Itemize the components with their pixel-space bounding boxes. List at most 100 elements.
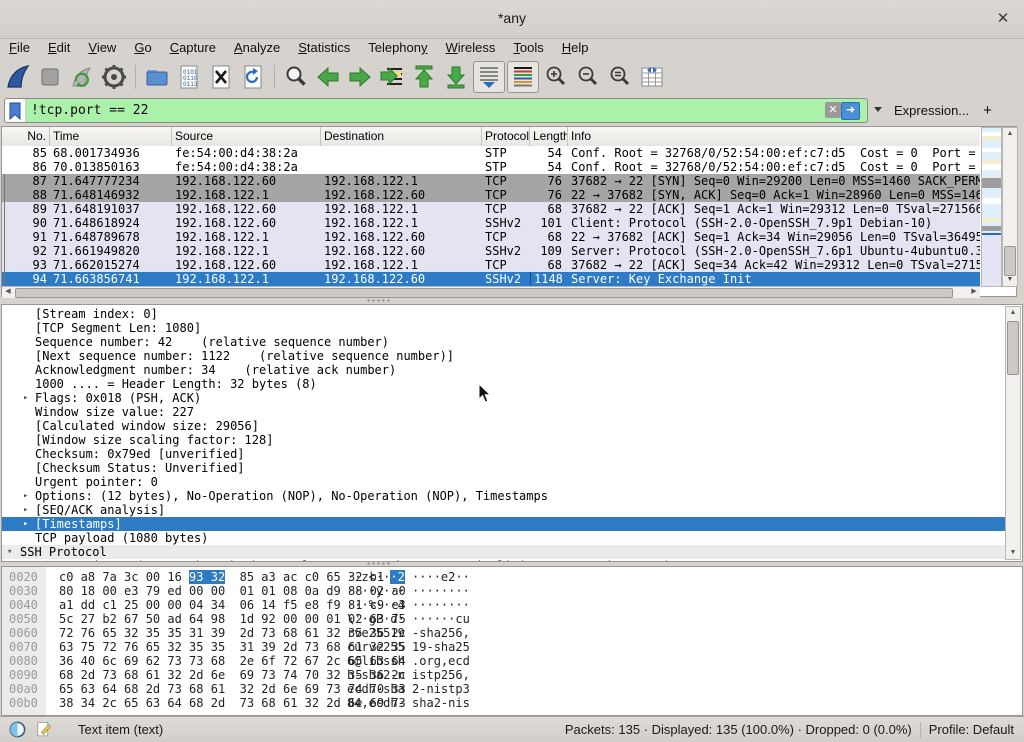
detail-line[interactable]: Window size value: 227	[2, 405, 1006, 419]
menu-capture[interactable]: Capture	[161, 38, 225, 58]
hex-ascii[interactable]: \'·gP·d· ······cu	[347, 612, 470, 626]
packet-list-vscrollbar[interactable]: ▲ ▼	[1002, 127, 1018, 287]
zoom-out-button[interactable]	[573, 62, 603, 92]
go-first-button[interactable]	[409, 62, 439, 92]
detail-line[interactable]: TCP payload (1080 bytes)	[2, 531, 1006, 545]
packet-row-87[interactable]: 8771.647777234192.168.122.60192.168.122.…	[2, 174, 980, 188]
close-icon[interactable]: ✕	[992, 8, 1014, 30]
hex-row-0080[interactable]: 008036 40 6c 69 62 73 73 68 2e 6f 72 67 …	[2, 654, 1022, 668]
open-file-button[interactable]	[142, 62, 172, 92]
hex-ascii[interactable]: rve25519 -sha256,	[347, 626, 470, 640]
filter-bookmark-button[interactable]	[5, 99, 26, 122]
capture-options-button[interactable]	[99, 62, 129, 92]
hex-row-0020[interactable]: 0020c0 a8 7a 3c 00 16 93 32 85 a3 ac c0 …	[2, 570, 1022, 584]
zoom-reset-button[interactable]	[605, 62, 635, 92]
splitter-handle[interactable]	[366, 299, 392, 302]
hex-ascii[interactable]: ecdh-sha 2-nistp3	[347, 682, 470, 696]
expand-expanded-icon[interactable]: ▾	[7, 545, 12, 559]
save-file-button[interactable]: 010101100113	[174, 62, 204, 92]
detail-line[interactable]: Sequence number: 42 (relative sequence n…	[2, 335, 1006, 349]
menu-edit[interactable]: Edit	[39, 38, 79, 58]
hex-ascii[interactable]: 6@libssh .org,ecd	[347, 654, 470, 668]
filter-apply-button[interactable]: ➜	[841, 102, 860, 120]
close-file-button[interactable]	[206, 62, 236, 92]
packet-row-93[interactable]: 9371.662015274192.168.122.60192.168.122.…	[2, 258, 980, 272]
menu-view[interactable]: View	[79, 38, 125, 58]
detail-line[interactable]: [Checksum Status: Unverified]	[2, 461, 1006, 475]
reload-file-button[interactable]	[238, 62, 268, 92]
hex-row-0040[interactable]: 0040a1 dd c1 25 00 00 04 34 06 14 f5 e8 …	[2, 598, 1022, 612]
hex-row-0060[interactable]: 006072 76 65 32 35 35 31 39 2d 73 68 61 …	[2, 626, 1022, 640]
detail-line[interactable]: ▸Flags: 0x018 (PSH, ACK)	[2, 391, 1006, 405]
pane-splitter[interactable]	[0, 297, 1024, 304]
packet-row-86[interactable]: 8670.013850163fe:54:00:d4:38:2aSTP54Conf…	[2, 160, 980, 174]
hex-row-00b0[interactable]: 00b038 34 2c 65 63 64 68 2d 73 68 61 32 …	[2, 696, 1022, 710]
column-header-time[interactable]: Time	[50, 127, 172, 146]
zoom-in-button[interactable]	[541, 62, 571, 92]
packet-row-94[interactable]: 9471.663856741192.168.122.1192.168.122.6…	[2, 272, 980, 286]
detail-line[interactable]: [TCP Segment Len: 1080]	[2, 321, 1006, 335]
expand-collapsed-icon[interactable]: ▸	[23, 489, 28, 503]
auto-scroll-button[interactable]	[473, 61, 505, 93]
detail-line[interactable]: 1000 .... = Header Length: 32 bytes (8)	[2, 377, 1006, 391]
scrollbar-thumb[interactable]	[1007, 321, 1019, 375]
packet-row-90[interactable]: 9071.648618924192.168.122.60192.168.122.…	[2, 216, 980, 230]
detail-line[interactable]: ▸[SEQ/ACK analysis]	[2, 503, 1006, 517]
scroll-left-icon[interactable]: ◀	[2, 287, 14, 297]
expression-button[interactable]: Expression...	[894, 103, 969, 118]
detail-line[interactable]: [Window size scaling factor: 128]	[2, 433, 1006, 447]
window-titlebar[interactable]: *any ✕	[0, 0, 1024, 39]
detail-line[interactable]: [Stream index: 0]	[2, 307, 1006, 321]
add-filter-button[interactable]: +	[983, 102, 992, 119]
status-profile[interactable]: Profile: Default	[929, 722, 1014, 737]
go-forward-button[interactable]	[345, 62, 375, 92]
scroll-up-icon[interactable]: ▲	[1006, 307, 1020, 319]
capture-comment-icon[interactable]	[35, 720, 52, 739]
menu-statistics[interactable]: Statistics	[289, 38, 359, 58]
scroll-down-icon[interactable]: ▼	[1006, 547, 1020, 559]
menu-wireless[interactable]: Wireless	[437, 38, 505, 58]
filter-clear-button[interactable]: ✕	[825, 102, 841, 118]
detail-line[interactable]: Urgent pointer: 0	[2, 475, 1006, 489]
go-to-packet-button[interactable]	[377, 62, 407, 92]
filter-dropdown[interactable]	[868, 99, 882, 122]
hex-ascii[interactable]: ··z<···2 ····e2··	[347, 570, 470, 584]
expert-info-icon[interactable]	[8, 720, 27, 739]
start-capture-button[interactable]	[3, 62, 33, 92]
detail-line[interactable]: ▸Options: (12 bytes), No-Operation (NOP)…	[2, 489, 1006, 503]
detail-line[interactable]: Checksum: 0x79ed [unverified]	[2, 447, 1006, 461]
menu-go[interactable]: Go	[125, 38, 160, 58]
hex-row-0050[interactable]: 00505c 27 b2 67 50 ad 64 98 1d 92 00 00 …	[2, 612, 1022, 626]
detail-line[interactable]: ▸[Timestamps]	[2, 517, 1006, 531]
find-packet-button[interactable]	[281, 62, 311, 92]
packet-row-85[interactable]: 8568.001734936fe:54:00:d4:38:2aSTP54Conf…	[2, 146, 980, 160]
menu-help[interactable]: Help	[553, 38, 598, 58]
detail-line[interactable]: [Calculated window size: 29056]	[2, 419, 1006, 433]
column-header-no[interactable]: No.	[2, 127, 50, 146]
splitter-handle[interactable]	[366, 562, 392, 565]
colorize-button[interactable]	[507, 61, 539, 93]
packet-list-header[interactable]: No. Time Source Destination Protocol Len…	[2, 127, 980, 147]
detail-line[interactable]: Acknowledgment number: 34 (relative ack …	[2, 363, 1006, 377]
menu-telephony[interactable]: Telephony	[359, 38, 436, 58]
resize-columns-button[interactable]	[637, 62, 667, 92]
expand-collapsed-icon[interactable]: ▸	[23, 391, 28, 405]
menu-analyze[interactable]: Analyze	[225, 38, 289, 58]
hex-row-0030[interactable]: 003080 18 00 e3 79 ed 00 00 01 01 08 0a …	[2, 584, 1022, 598]
scroll-down-icon[interactable]: ▼	[1003, 274, 1017, 286]
hex-ascii[interactable]: h-sha2-n istp256,	[347, 668, 470, 682]
details-vscrollbar[interactable]: ▲ ▼	[1005, 306, 1021, 560]
hex-row-0070[interactable]: 007063 75 72 76 65 32 35 35 31 39 2d 73 …	[2, 640, 1022, 654]
packet-row-92[interactable]: 9271.661949820192.168.122.1192.168.122.6…	[2, 244, 980, 258]
packet-row-91[interactable]: 9171.648789678192.168.122.1192.168.122.6…	[2, 230, 980, 244]
expand-collapsed-icon[interactable]: ▸	[23, 503, 28, 517]
packet-row-89[interactable]: 8971.648191037192.168.122.60192.168.122.…	[2, 202, 980, 216]
column-header-destination[interactable]: Destination	[321, 127, 482, 146]
detail-line[interactable]: [Next sequence number: 1122 (relative se…	[2, 349, 1006, 363]
display-filter-input[interactable]: !tcp.port == 22 ✕ ➜	[4, 98, 868, 123]
hex-row-0090[interactable]: 009068 2d 73 68 61 32 2d 6e 69 73 74 70 …	[2, 668, 1022, 682]
column-header-length[interactable]: Length	[530, 127, 568, 146]
packet-row-88[interactable]: 8871.648146932192.168.122.1192.168.122.6…	[2, 188, 980, 202]
column-header-source[interactable]: Source	[172, 127, 321, 146]
hex-ascii[interactable]: 84,ecdh- sha2-nis	[347, 696, 470, 710]
